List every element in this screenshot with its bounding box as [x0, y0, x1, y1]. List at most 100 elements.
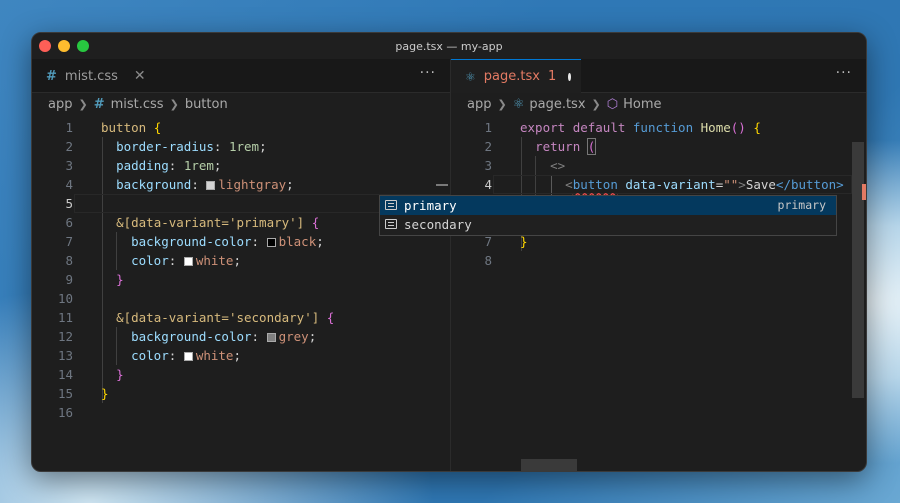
code-text: color: white; [131, 348, 241, 363]
editor-window: page.tsx — my-app # mist.css ✕ ··· app ❯… [31, 32, 867, 472]
line-number: 2 [484, 139, 492, 154]
line-number: 16 [57, 405, 73, 420]
line-number: 2 [65, 139, 73, 154]
line-number: 15 [57, 386, 73, 401]
close-tab-icon[interactable]: ✕ [134, 68, 146, 84]
code-line: 1 export default function Home() { [451, 118, 866, 137]
code-line: 9 } [32, 270, 450, 289]
breadcrumb-folder[interactable]: app [48, 97, 72, 112]
code-text: border-radius: 1rem; [116, 139, 267, 154]
enum-value-icon [385, 200, 397, 210]
line-number: 3 [65, 158, 73, 173]
code-line: 8 [451, 251, 866, 270]
breadcrumb: app ❯ ⚛ page.tsx ❯ ⬡ Home [451, 93, 866, 115]
line-number: 7 [65, 234, 73, 249]
code-line: 1 button { [32, 118, 450, 137]
line-number: 5 [65, 196, 73, 211]
left-editor-group: # mist.css ✕ ··· app ❯ # mist.css ❯ butt… [32, 59, 450, 471]
more-actions-icon[interactable]: ··· [420, 65, 436, 81]
tab-mist-css[interactable]: # mist.css ✕ [32, 59, 160, 93]
code-line: 2 return ( [451, 137, 866, 156]
suggestion-label: secondary [404, 217, 472, 232]
color-swatch[interactable] [266, 238, 276, 247]
code-line: 15} [32, 384, 450, 403]
code-line: 16 [32, 403, 450, 422]
breadcrumb: app ❯ # mist.css ❯ button [32, 93, 450, 115]
code-line: 3 padding: 1rem; [32, 156, 450, 175]
color-swatch[interactable] [206, 181, 216, 190]
more-actions-icon[interactable]: ··· [836, 65, 852, 81]
tab-page-tsx[interactable]: ⚛ page.tsx 1 [451, 59, 581, 93]
tab-label: page.tsx [483, 69, 540, 84]
code-text: &[data-variant='secondary'] { [116, 310, 335, 325]
code-text: background-color: black; [131, 234, 324, 249]
color-swatch[interactable] [183, 257, 193, 266]
code-text: padding: 1rem; [116, 158, 222, 173]
code-text: } [101, 386, 109, 401]
symbol-function-icon: ⬡ [606, 96, 619, 112]
suggestion-item[interactable]: primary primary [380, 196, 836, 215]
traffic-lights [39, 40, 89, 52]
unsaved-dot-icon[interactable] [568, 72, 571, 81]
code-line: 3 <> [451, 156, 866, 175]
code-line: 2 border-radius: 1rem; [32, 137, 450, 156]
line-number: 3 [484, 158, 492, 173]
vertical-scrollbar[interactable] [852, 142, 864, 398]
css-file-icon: # [93, 96, 105, 112]
line-number: 8 [484, 253, 492, 268]
color-swatch[interactable] [266, 333, 276, 342]
tsx-editor[interactable]: 1 export default function Home() { 2 retu… [451, 118, 866, 471]
breadcrumb-symbol[interactable]: Home [623, 97, 661, 112]
close-window-button[interactable] [39, 40, 51, 52]
code-text: background-color: grey; [131, 329, 317, 344]
suggestion-item[interactable]: secondary [380, 215, 836, 234]
code-line: 8 color: white; [32, 251, 450, 270]
code-line: 12 background-color: grey; [32, 327, 450, 346]
window-title: page.tsx — my-app [395, 39, 503, 53]
react-icon: ⚛ [512, 96, 525, 112]
suggestion-label: primary [404, 198, 457, 213]
breadcrumb-folder[interactable]: app [467, 97, 491, 112]
line-number: 10 [57, 291, 73, 306]
code-line: 4 <button data-variant="">Save</button> [451, 175, 866, 194]
code-line: 4 background: lightgray; [32, 175, 450, 194]
code-text: color: white; [131, 253, 241, 268]
css-file-icon: # [46, 68, 57, 84]
code-text: } [116, 367, 124, 382]
horizontal-scrollbar[interactable] [521, 459, 577, 471]
line-number: 4 [65, 177, 73, 192]
code-line: 13 color: white; [32, 346, 450, 365]
code-text: background: lightgray; [116, 177, 294, 192]
breadcrumb-file[interactable]: mist.css [111, 97, 164, 112]
minimap-marker [436, 184, 448, 186]
zoom-window-button[interactable] [77, 40, 89, 52]
line-number: 6 [65, 215, 73, 230]
line-number: 9 [65, 272, 73, 287]
line-number: 1 [65, 120, 73, 135]
minimize-window-button[interactable] [58, 40, 70, 52]
enum-value-icon [385, 219, 397, 229]
tab-label: mist.css [64, 68, 118, 84]
code-line: 14 } [32, 365, 450, 384]
left-tab-bar: # mist.css ✕ ··· [32, 59, 450, 93]
line-number: 13 [57, 348, 73, 363]
css-editor[interactable]: 1 button { 2 border-radius: 1rem; 3 paddi… [32, 118, 450, 471]
right-editor-group: ⚛ page.tsx 1 ··· app ❯ ⚛ page.tsx ❯ ⬡ Ho… [451, 59, 866, 471]
chevron-right-icon: ❯ [497, 97, 507, 111]
suggestion-detail: primary [777, 198, 826, 212]
code-text: return ( [535, 138, 597, 155]
code-line: 10 [32, 289, 450, 308]
chevron-right-icon: ❯ [78, 97, 88, 111]
line-number: 8 [65, 253, 73, 268]
code-text: &[data-variant='primary'] { [116, 215, 320, 230]
chevron-right-icon: ❯ [591, 97, 601, 111]
code-line: 11 &[data-variant='secondary'] { [32, 308, 450, 327]
breadcrumb-file[interactable]: page.tsx [529, 97, 585, 112]
code-text: <button data-variant="">Save</button> [565, 177, 844, 192]
color-swatch[interactable] [183, 352, 193, 361]
right-tab-bar: ⚛ page.tsx 1 ··· [451, 59, 866, 93]
line-number: 11 [57, 310, 73, 325]
breadcrumb-symbol[interactable]: button [185, 97, 228, 112]
react-icon: ⚛ [465, 69, 476, 84]
chevron-right-icon: ❯ [169, 97, 179, 111]
